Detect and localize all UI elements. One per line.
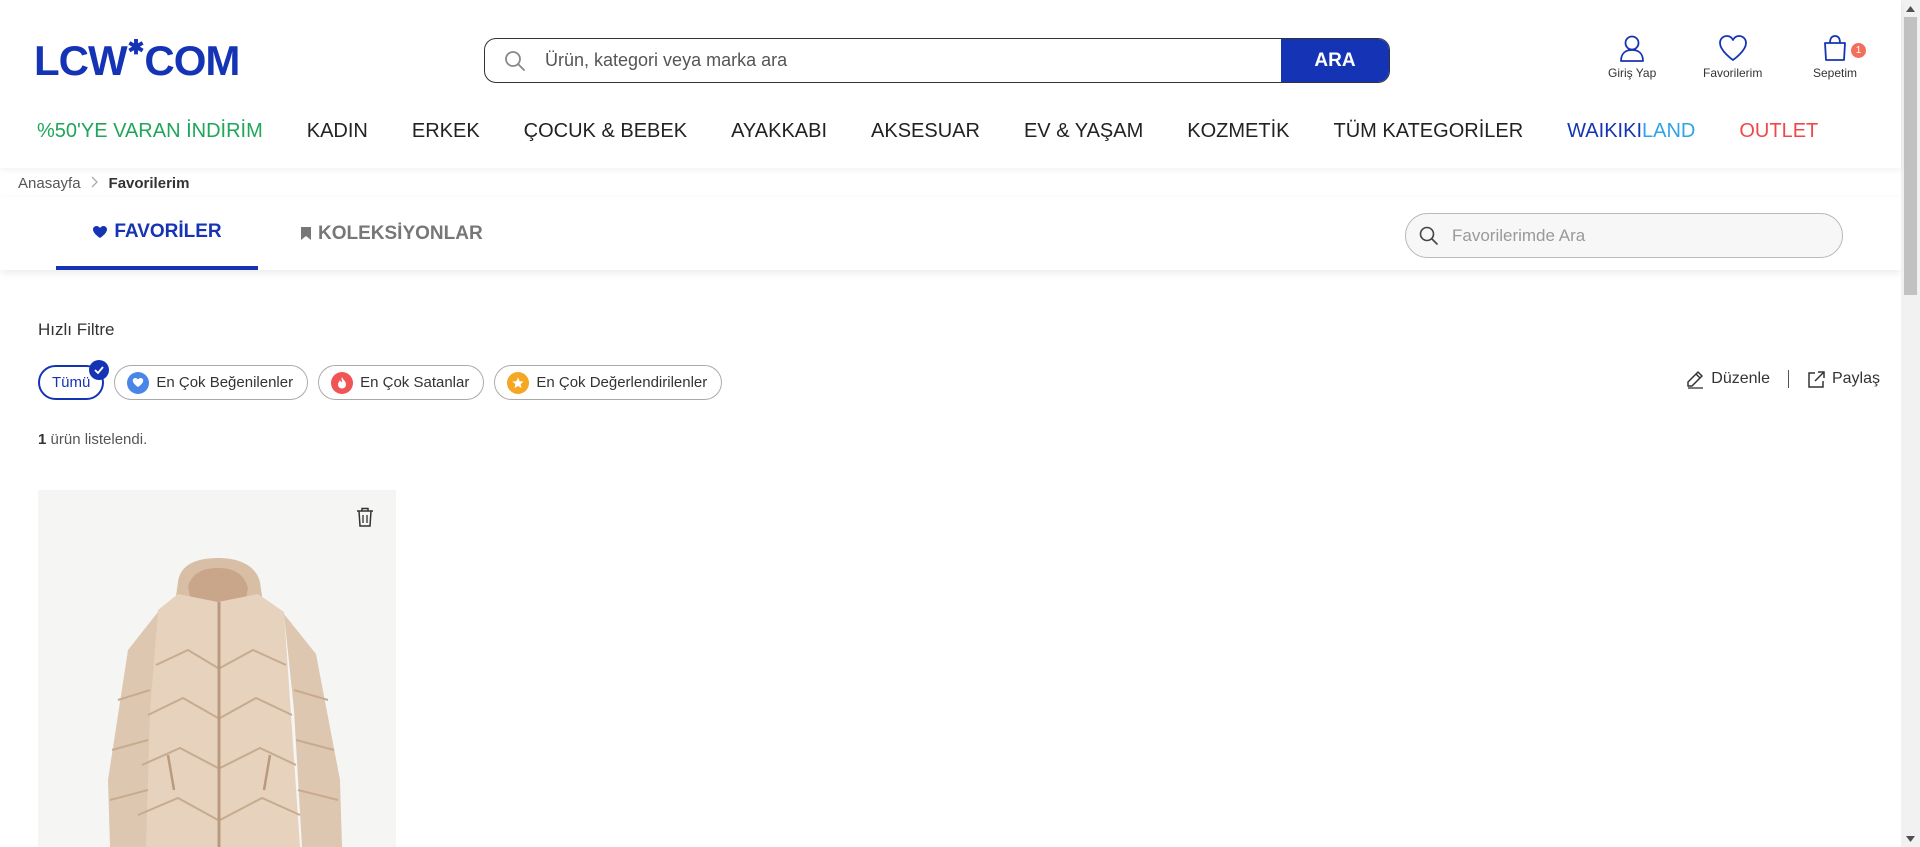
breadcrumb-home[interactable]: Anasayfa: [18, 175, 81, 192]
scroll-down-arrow-icon[interactable]: [1901, 830, 1920, 847]
logo-text-right: COM: [144, 37, 240, 84]
breadcrumb-current: Favorilerim: [108, 175, 190, 192]
heart-filled-icon: [93, 225, 108, 238]
page-scrollbar[interactable]: [1901, 0, 1920, 847]
filter-most-rated-label: En Çok Değerlendirilenler: [536, 374, 708, 391]
tab-collections[interactable]: KOLEKSİYONLAR: [300, 197, 483, 270]
login-label: Giriş Yap: [1608, 66, 1657, 80]
nav-home-living[interactable]: EV & YAŞAM: [1024, 120, 1143, 143]
cart-label: Sepetim: [1813, 66, 1858, 80]
bookmark-icon: [301, 227, 311, 240]
check-icon: [89, 360, 110, 380]
quick-filter-chips: Tümü En Çok Beğenilenler En Çok Satanlar…: [38, 360, 732, 400]
breadcrumb: Anasayfa Favorilerim: [18, 175, 189, 192]
heart-icon: [127, 371, 150, 394]
nav-outlet[interactable]: OUTLET: [1739, 120, 1818, 143]
filter-most-liked-label: En Çok Beğenilenler: [156, 374, 294, 391]
nav-men[interactable]: ERKEK: [412, 120, 480, 143]
actions-divider: [1787, 370, 1789, 388]
scroll-up-arrow-icon[interactable]: [1901, 0, 1920, 17]
cart-button[interactable]: 1 Sepetim: [1813, 34, 1866, 80]
nav-cosmetics[interactable]: KOZMETİK: [1187, 120, 1289, 143]
share-label: Paylaş: [1831, 370, 1880, 387]
nav-waikikiland[interactable]: WAIKIKILAND: [1567, 120, 1695, 143]
nav-waikiki-text: WAIKIKI: [1567, 120, 1642, 142]
heart-icon: [1718, 35, 1747, 61]
share-icon: [1808, 370, 1825, 388]
site-header: LCW ✱ COM ARA Giriş Yap Favorilerim 1 Se…: [0, 0, 1901, 168]
lcw-logo[interactable]: LCW ✱ COM: [34, 37, 240, 84]
filter-all-chip[interactable]: Tümü: [38, 360, 110, 400]
filter-most-liked-chip[interactable]: En Çok Beğenilenler: [114, 365, 309, 400]
tab-collections-label: KOLEKSİYONLAR: [318, 222, 483, 244]
trash-icon: [357, 507, 373, 527]
favorites-label: Favorilerim: [1703, 66, 1763, 80]
fire-icon: [331, 371, 354, 394]
edit-label: Düzenle: [1711, 370, 1770, 387]
filter-most-rated-chip[interactable]: En Çok Değerlendirilenler: [494, 365, 723, 400]
product-image: [38, 490, 396, 847]
edit-button[interactable]: Düzenle: [1685, 369, 1770, 389]
nav-kids[interactable]: ÇOCUK & BEBEK: [524, 120, 687, 143]
nav-women[interactable]: KADIN: [307, 120, 368, 143]
favorites-search-input[interactable]: [1452, 225, 1842, 246]
search-icon: [485, 39, 545, 82]
nav-land-text: LAND: [1642, 120, 1696, 142]
filter-best-selling-chip[interactable]: En Çok Satanlar: [318, 365, 485, 400]
product-card[interactable]: [38, 490, 396, 847]
search-button[interactable]: ARA: [1281, 39, 1389, 82]
nav-accessories[interactable]: AKSESUAR: [871, 120, 980, 143]
favorites-search-bar: [1405, 213, 1843, 258]
nav-shoes[interactable]: AYAKKABI: [731, 120, 827, 143]
quick-filter-title: Hızlı Filtre: [38, 320, 115, 339]
login-button[interactable]: Giriş Yap: [1608, 34, 1656, 80]
filter-all-label: Tümü: [52, 374, 91, 391]
star-icon: [507, 371, 530, 394]
logo-star: ✱: [127, 37, 145, 59]
logo-text-left: LCW: [34, 37, 128, 84]
tab-favorites-label: FAVORİLER: [114, 220, 222, 242]
nav-discount[interactable]: %50'YE VARAN İNDİRİM: [37, 120, 263, 143]
edit-icon: [1687, 371, 1704, 389]
remove-favorite-button[interactable]: [356, 507, 374, 532]
result-count: 1 ürün listelendi.: [38, 431, 147, 448]
tab-favorites[interactable]: FAVORİLER: [56, 197, 258, 270]
user-icon: [1620, 35, 1645, 62]
cart-count-badge: 1: [1851, 43, 1866, 58]
main-search-input[interactable]: [545, 39, 1281, 82]
scrollbar-thumb[interactable]: [1904, 17, 1917, 295]
search-icon: [1406, 226, 1452, 246]
chevron-right-icon: [91, 175, 99, 192]
nav-all-categories[interactable]: TÜM KATEGORİLER: [1334, 120, 1524, 143]
favorites-tabs-bar: FAVORİLER KOLEKSİYONLAR: [0, 197, 1901, 270]
filter-best-selling-label: En Çok Satanlar: [360, 374, 470, 391]
share-button[interactable]: Paylaş: [1807, 370, 1880, 389]
shopping-bag-icon: [1824, 35, 1846, 61]
result-count-text: ürün listelendi.: [46, 431, 148, 448]
main-search-bar: ARA: [484, 38, 1390, 83]
list-actions: Düzenle Paylaş: [1685, 369, 1880, 389]
favorites-button[interactable]: Favorilerim: [1703, 34, 1762, 80]
main-navigation: %50'YE VARAN İNDİRİM KADIN ERKEK ÇOCUK &…: [37, 120, 1862, 143]
